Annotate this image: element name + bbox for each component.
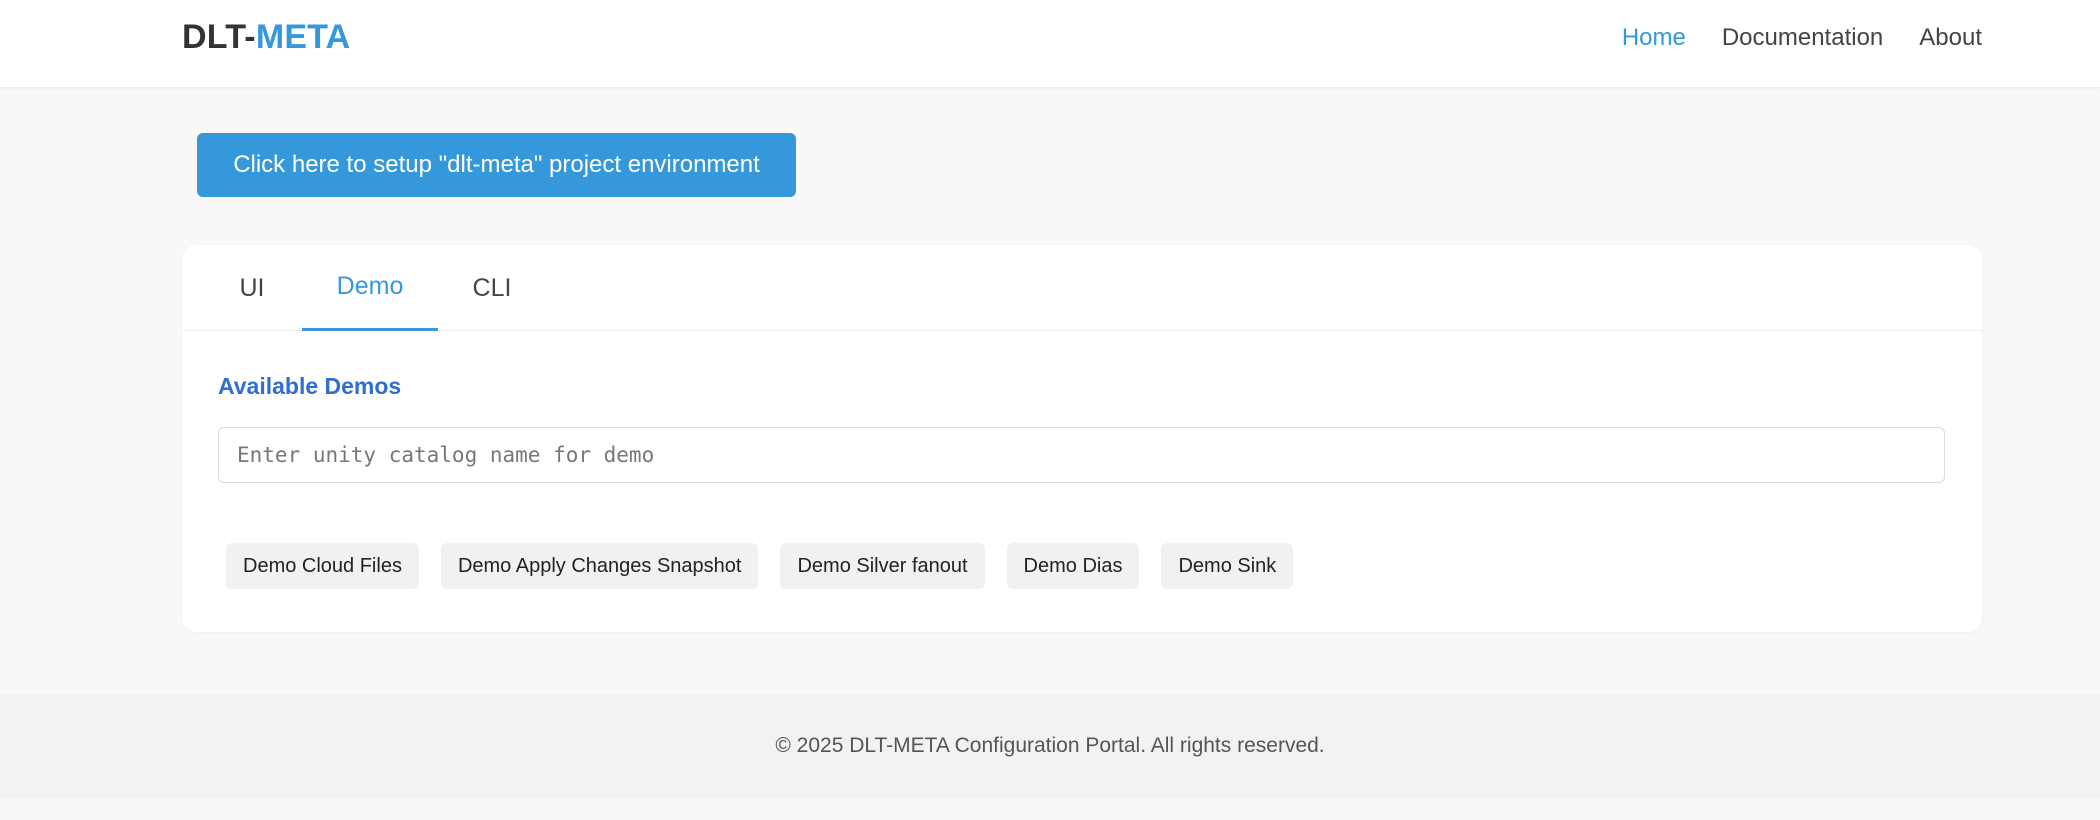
main-card: UI Demo CLI Available Demos Demo Cloud F… xyxy=(182,245,1982,632)
available-demos-title: Available Demos xyxy=(218,373,402,399)
brand-logo[interactable]: DLT-META xyxy=(182,18,350,57)
tab-cli[interactable]: CLI xyxy=(438,245,546,331)
brand-prefix: DLT- xyxy=(182,18,256,56)
demo-sink-button[interactable]: Demo Sink xyxy=(1161,543,1294,589)
tab-demo[interactable]: Demo xyxy=(302,245,438,331)
footer: © 2025 DLT-META Configuration Portal. Al… xyxy=(0,694,2100,798)
setup-environment-button[interactable]: Click here to setup "dlt-meta" project e… xyxy=(197,133,796,197)
demo-dias-button[interactable]: Demo Dias xyxy=(1006,543,1140,589)
demo-button-group: Demo Cloud Files Demo Apply Changes Snap… xyxy=(226,543,1294,589)
demo-cloud-files-button[interactable]: Demo Cloud Files xyxy=(226,543,419,589)
brand-accent: META xyxy=(255,18,351,56)
nav-link-documentation[interactable]: Documentation xyxy=(1722,24,1883,52)
unity-catalog-input[interactable] xyxy=(218,427,1945,483)
demo-silver-fanout-button[interactable]: Demo Silver fanout xyxy=(780,543,985,589)
demo-apply-changes-snapshot-button[interactable]: Demo Apply Changes Snapshot xyxy=(440,543,759,589)
tab-bar: UI Demo CLI xyxy=(182,245,1982,331)
copyright-text: © 2025 DLT-META Configuration Portal. Al… xyxy=(775,734,1325,757)
top-navbar: DLT-META Home Documentation About xyxy=(0,0,2100,88)
nav-link-about[interactable]: About xyxy=(1919,24,1982,52)
nav-links: Home Documentation About xyxy=(1622,24,1982,52)
tab-ui[interactable]: UI xyxy=(202,245,302,331)
nav-link-home[interactable]: Home xyxy=(1622,24,1686,52)
